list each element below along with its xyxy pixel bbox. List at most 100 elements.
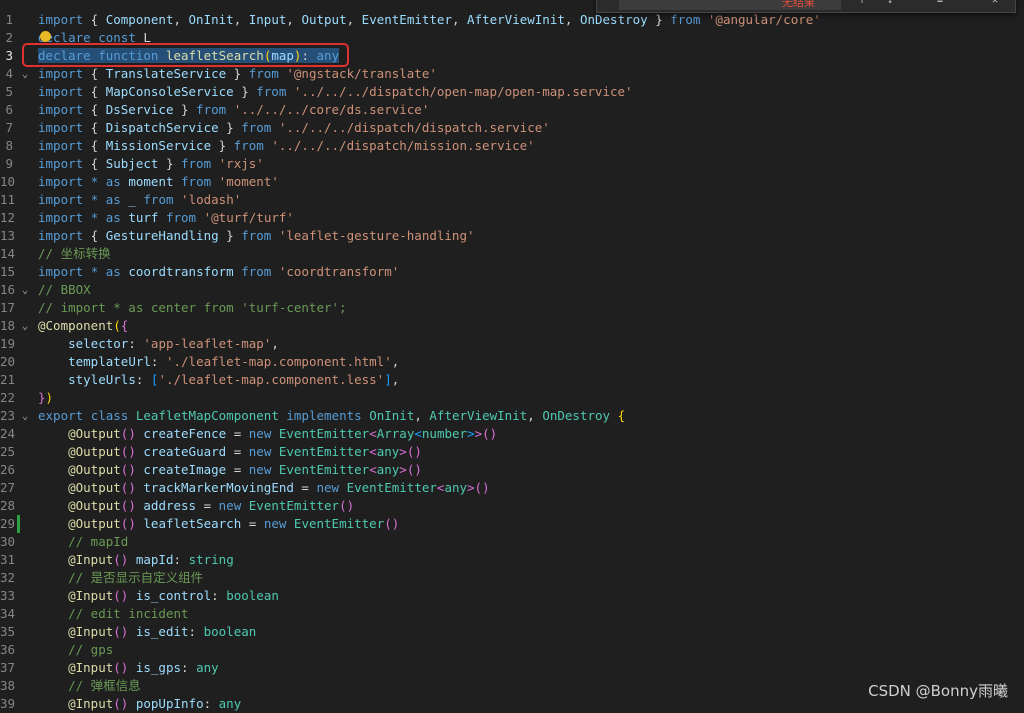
line-number: 4 (5, 66, 13, 81)
code-line[interactable]: 9 import { Subject } from 'rxjs' (0, 155, 1024, 173)
code-token: @Input (68, 552, 114, 567)
code-token: EventEmitter (361, 12, 452, 27)
code-line[interactable]: 10 import * as moment from 'moment' (0, 173, 1024, 191)
code-line[interactable]: 37 @Input() is_gps: any (0, 659, 1024, 677)
code-line[interactable]: 8 import { MissionService } from '../../.… (0, 137, 1024, 155)
code-line[interactable]: 27 @Output() trackMarkerMovingEnd = new … (0, 479, 1024, 497)
code-text: import { DsService } from '../../../core… (38, 101, 429, 119)
code-line[interactable]: 24 @Output() createFence = new EventEmit… (0, 425, 1024, 443)
code-line[interactable]: 28 @Output() address = new EventEmitter(… (0, 497, 1024, 515)
code-token: } (173, 102, 197, 117)
code-line[interactable]: 31 @Input() mapId: string (0, 551, 1024, 569)
code-line[interactable]: 19 selector: 'app-leaflet-map', (0, 335, 1024, 353)
code-editor[interactable]: 1 import { Component, OnInit, Input, Outp… (0, 0, 1024, 711)
code-line[interactable]: 16 ⌄ // BBOX (0, 281, 1024, 299)
line-number: 31 (0, 552, 16, 567)
code-token: // 坐标转换 (38, 246, 111, 261)
code-line[interactable]: 35 @Input() is_edit: boolean (0, 623, 1024, 641)
code-token: , (233, 12, 249, 27)
previous-match-icon[interactable]: ↑ (859, 0, 869, 6)
line-number: 20 (0, 354, 16, 369)
line-number: 1 (5, 12, 13, 27)
code-line[interactable]: 7 import { DispatchService } from '../../… (0, 119, 1024, 137)
code-line[interactable]: 22}) (0, 389, 1024, 407)
code-line[interactable]: 6 import { DsService } from '../../../cor… (0, 101, 1024, 119)
code-token: any (376, 462, 400, 477)
code-token: Component (105, 12, 174, 27)
code-line[interactable]: 26 @Output() createImage = new EventEmit… (0, 461, 1024, 479)
line-number: 16 (0, 282, 16, 297)
code-text: import * as turf from '@turf/turf' (38, 209, 294, 227)
code-token: OnDestroy (579, 12, 648, 27)
fold-chevron-icon[interactable]: ⌄ (19, 281, 31, 299)
code-line[interactable]: 20 templateUrl: './leaflet-map.component… (0, 353, 1024, 371)
code-token: from (233, 138, 264, 153)
code-token: @Component (38, 318, 114, 333)
code-line[interactable]: 34 // edit incident (0, 605, 1024, 623)
code-line[interactable]: 12 import * as turf from '@turf/turf' (0, 209, 1024, 227)
code-token: EventEmitter (278, 426, 370, 441)
code-line[interactable]: 32 // 是否显示自定义组件 (0, 569, 1024, 587)
code-token: AfterViewInit (429, 408, 528, 423)
lightbulb-icon[interactable] (40, 31, 51, 42)
code-text: // edit incident (38, 605, 188, 623)
code-line[interactable]: 23 ⌄ export class LeafletMapComponent impl… (0, 407, 1024, 425)
line-number: 37 (0, 660, 16, 675)
code-token: '@turf/turf' (203, 210, 294, 225)
code-token: styleUrls (68, 372, 136, 387)
code-token: from (241, 120, 272, 135)
code-line[interactable]: 30 // mapId (0, 533, 1024, 551)
code-line[interactable]: 33 @Input() is_control: boolean (0, 587, 1024, 605)
code-line[interactable]: 25 @Output() createGuard = new EventEmit… (0, 443, 1024, 461)
code-token: } (218, 228, 242, 243)
code-token: './leaflet-map.component.html' (165, 354, 392, 369)
code-line[interactable]: 1 import { Component, OnInit, Input, Outp… (0, 11, 1024, 29)
line-number: 13 (0, 228, 16, 243)
code-token: : (181, 660, 197, 675)
fold-chevron-icon[interactable]: ⌄ (19, 407, 31, 425)
code-token: from (256, 84, 287, 99)
code-line[interactable]: 36 // gps (0, 641, 1024, 659)
next-match-icon[interactable]: ↓ (887, 0, 897, 6)
code-token: new (316, 480, 340, 495)
code-line[interactable]: 11 import * as _ from 'lodash' (0, 191, 1024, 209)
fold-chevron-icon[interactable]: ⌄ (19, 65, 31, 83)
find-in-selection-icon[interactable]: ≡ (937, 0, 947, 6)
code-line[interactable]: 13 import { GestureHandling } from 'leafl… (0, 227, 1024, 245)
code-line[interactable]: 15 import * as coordtransform from 'coord… (0, 263, 1024, 281)
code-token: import (38, 138, 84, 153)
code-text: @Output() leafletSearch = new EventEmitt… (38, 515, 399, 533)
code-text: import { GestureHandling } from 'leaflet… (38, 227, 475, 245)
line-number: 28 (0, 498, 16, 513)
code-text: @Output() address = new EventEmitter() (38, 497, 354, 515)
code-text: // import * as center from 'turf-center'… (38, 299, 347, 317)
code-token: EventEmitter (346, 480, 437, 495)
fold-chevron-icon[interactable]: ⌄ (19, 317, 31, 335)
code-token: , (271, 336, 279, 351)
code-line[interactable]: 17 // import * as center from 'turf-cente… (0, 299, 1024, 317)
code-line[interactable]: 4 ⌄ import { TranslateService } from '@ngs… (0, 65, 1024, 83)
code-line[interactable]: 5 import { MapConsoleService } from '../.… (0, 83, 1024, 101)
code-token: = (226, 444, 249, 459)
code-token: } (647, 12, 671, 27)
close-icon[interactable]: ✕ (992, 0, 1002, 6)
code-token: from (248, 66, 279, 81)
code-line[interactable]: 18 ⌄ @Component({ (0, 317, 1024, 335)
code-text: // 坐标转换 (38, 245, 111, 263)
code-token: is_control (135, 588, 212, 603)
code-line[interactable]: 14 // 坐标转换 (0, 245, 1024, 263)
code-text: import { MissionService } from '../../..… (38, 137, 535, 155)
code-token: : (173, 552, 189, 567)
line-number: 10 (0, 174, 16, 189)
code-line[interactable]: 29 @Output() leafletSearch = new EventEm… (0, 515, 1024, 533)
code-text: @Input() is_edit: boolean (38, 623, 256, 641)
code-line[interactable]: 21 styleUrls: ['./leaflet-map.component.… (0, 371, 1024, 389)
